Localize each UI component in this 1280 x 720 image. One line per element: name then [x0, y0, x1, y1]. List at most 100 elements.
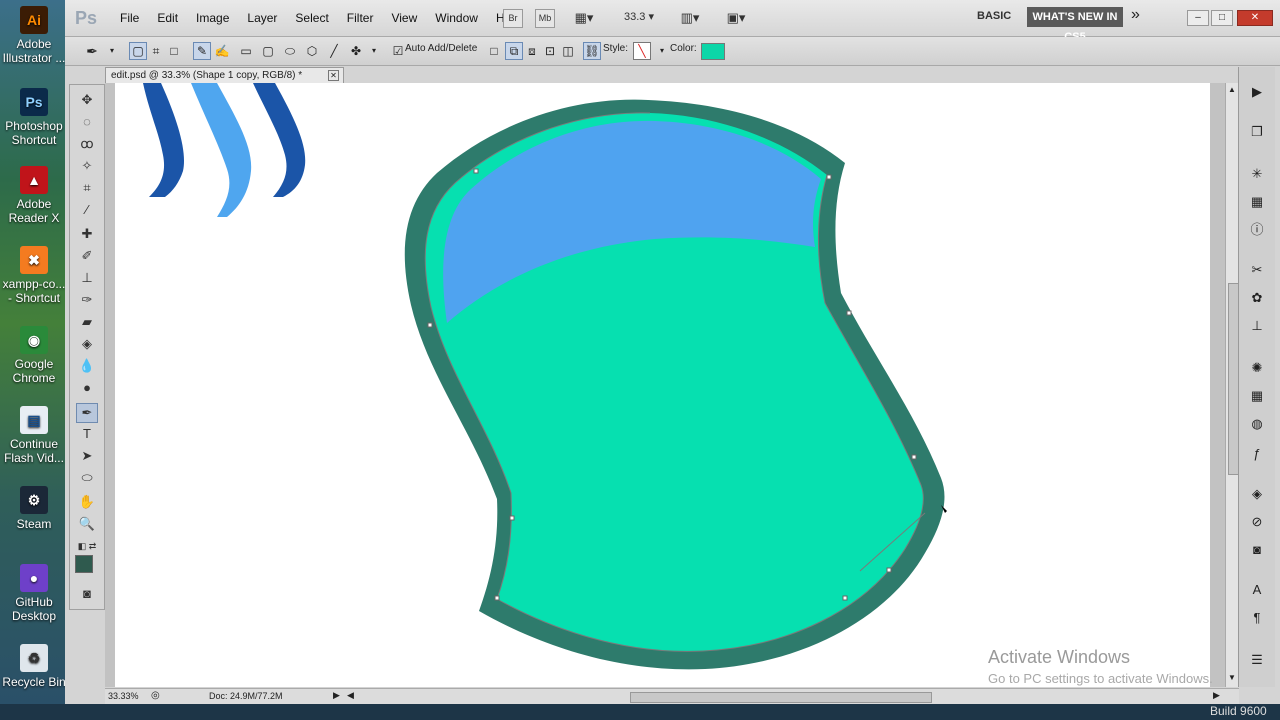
- history-panel-icon[interactable]: ❐: [1247, 123, 1267, 141]
- swatches-panel-icon[interactable]: ▦: [1247, 387, 1267, 405]
- healing-brush-icon[interactable]: ✚: [77, 225, 97, 243]
- scroll-left-icon[interactable]: ◀: [347, 690, 354, 701]
- shape-layers-mode-icon[interactable]: ▢: [129, 42, 147, 60]
- menu-select[interactable]: Select: [286, 11, 337, 25]
- scroll-up-icon[interactable]: ▲: [1228, 85, 1236, 94]
- zoom-status[interactable]: 33.33%: [108, 691, 139, 701]
- zoom-tool-icon[interactable]: 🔍: [77, 515, 97, 533]
- paint-bucket-icon[interactable]: ◈: [77, 335, 97, 353]
- desktop-icon[interactable]: Ps Photoshop Shortcut: [0, 88, 68, 147]
- ellipse-icon[interactable]: ⬭: [281, 42, 299, 60]
- info-panel-icon[interactable]: ⓘ: [1247, 221, 1267, 239]
- clone-stamp-icon[interactable]: ⊥: [77, 269, 97, 287]
- status-menu-icon[interactable]: ▶: [333, 690, 340, 701]
- bridge-button[interactable]: Br: [503, 9, 523, 28]
- style-none-swatch[interactable]: ╲: [633, 42, 651, 60]
- desktop-icon[interactable]: ⚙ Steam: [0, 486, 68, 531]
- horizontal-scroll-thumb[interactable]: [630, 692, 932, 703]
- rounded-rectangle-icon[interactable]: ▢: [259, 42, 277, 60]
- adjustments-panel-icon[interactable]: ƒ: [1247, 445, 1267, 463]
- blur-tool-icon[interactable]: 💧: [77, 357, 97, 375]
- brushes-panel-icon[interactable]: ✿: [1247, 289, 1267, 307]
- close-button[interactable]: ✕: [1237, 10, 1273, 26]
- paths-mode-icon[interactable]: ⌗: [147, 42, 165, 60]
- type-tool-icon[interactable]: T: [77, 425, 97, 443]
- styles-panel-icon[interactable]: ◍: [1247, 415, 1267, 433]
- scroll-down-icon[interactable]: ▼: [1228, 673, 1236, 682]
- paths-panel-icon[interactable]: ◙: [1247, 541, 1267, 559]
- custom-shape-icon[interactable]: ✤: [347, 42, 365, 60]
- crop-tool-icon[interactable]: ⌗: [77, 179, 97, 197]
- move-tool-icon[interactable]: ✥: [77, 91, 97, 109]
- paragraph-panel-icon[interactable]: ¶: [1247, 609, 1267, 627]
- quick-selection-icon[interactable]: ✧: [77, 157, 97, 175]
- pen-tool-icon[interactable]: ✒: [76, 403, 98, 423]
- canvas-area[interactable]: [105, 83, 1253, 687]
- chevron-down-icon[interactable]: ▾: [365, 42, 383, 60]
- pen-tool-icon[interactable]: ✎: [193, 42, 211, 60]
- character-panel-icon[interactable]: A: [1247, 581, 1267, 599]
- quick-mask-icon[interactable]: ◙: [77, 585, 97, 603]
- menu-image[interactable]: Image: [187, 11, 238, 25]
- menu-view[interactable]: View: [382, 11, 426, 25]
- desktop-icon[interactable]: ♻ Recycle Bin: [0, 644, 68, 689]
- workspace-basic[interactable]: BASIC: [977, 10, 1011, 22]
- rectangle-shape-icon[interactable]: ▭: [237, 42, 255, 60]
- path-selection-icon[interactable]: ➤: [77, 447, 97, 465]
- brush-tool-icon[interactable]: ✐: [77, 247, 97, 265]
- menu-file[interactable]: File: [111, 11, 148, 25]
- fill-pixels-mode-icon[interactable]: □: [165, 42, 183, 60]
- ellipse-tool-icon[interactable]: ⬭: [77, 469, 97, 487]
- histogram-panel-icon[interactable]: ▦: [1247, 193, 1267, 211]
- close-document-icon[interactable]: ✕: [328, 70, 339, 81]
- chevron-down-icon[interactable]: ▾: [103, 42, 121, 60]
- dodge-tool-icon[interactable]: ●: [77, 379, 97, 397]
- lasso-tool-icon[interactable]: ꝏ: [77, 135, 97, 153]
- maximize-button[interactable]: □: [1211, 10, 1233, 26]
- color-panel-icon[interactable]: ✺: [1247, 359, 1267, 377]
- line-icon[interactable]: ╱: [325, 42, 343, 60]
- desktop-icon[interactable]: ◉ Google Chrome: [0, 326, 68, 385]
- eyedropper-tool-icon[interactable]: ⁄: [77, 201, 97, 219]
- history-brush-icon[interactable]: ✑: [77, 291, 97, 309]
- intersect-shape-icon[interactable]: ⊡: [541, 42, 559, 60]
- desktop-icon[interactable]: ✖ xampp-co... - Shortcut: [0, 246, 68, 305]
- color-swatch[interactable]: [701, 43, 725, 60]
- desktop-icon[interactable]: ● GitHub Desktop: [0, 564, 68, 623]
- subtract-shape-icon[interactable]: ⧈: [523, 42, 541, 60]
- layers-panel-icon[interactable]: ◈: [1247, 485, 1267, 503]
- desktop-icon[interactable]: ▤ Continue Flash Vid...: [0, 406, 68, 465]
- scroll-right-icon[interactable]: ▶: [1213, 690, 1220, 701]
- hand-tool-icon[interactable]: ✋: [77, 493, 97, 511]
- minimize-button[interactable]: –: [1187, 10, 1209, 26]
- menu-layer[interactable]: Layer: [238, 11, 286, 25]
- marquee-tool-icon[interactable]: ◌: [77, 113, 97, 131]
- chevron-down-icon[interactable]: ▾: [653, 42, 671, 60]
- screen-mode-icon[interactable]: ▣▾: [721, 9, 751, 26]
- create-new-shape-icon[interactable]: □: [485, 42, 503, 60]
- pen-tool-preset-icon[interactable]: ✒: [83, 42, 101, 60]
- zoom-level-dropdown[interactable]: 33.3 ▾: [617, 9, 661, 26]
- panel-menu-icon[interactable]: ☰: [1247, 651, 1267, 669]
- link-style-icon[interactable]: ⛓: [583, 42, 601, 60]
- desktop-icon[interactable]: ▲ Adobe Reader X: [0, 166, 68, 225]
- clone-source-icon[interactable]: ⊥: [1247, 317, 1267, 335]
- channels-panel-icon[interactable]: ⊘: [1247, 513, 1267, 531]
- eraser-tool-icon[interactable]: ▰: [77, 313, 97, 331]
- arrange-documents-icon[interactable]: ▥▾: [675, 9, 705, 26]
- add-to-shape-icon[interactable]: ⧉: [505, 42, 523, 60]
- actions-panel-icon[interactable]: ▶: [1247, 83, 1267, 101]
- desktop-icon[interactable]: Ai Adobe Illustrator ...: [0, 6, 68, 65]
- menu-filter[interactable]: Filter: [338, 11, 383, 25]
- whats-new-button[interactable]: WHAT'S NEW IN CS5: [1027, 7, 1123, 43]
- foreground-color-swatch[interactable]: [75, 555, 93, 573]
- freeform-pen-icon[interactable]: ✍: [213, 42, 231, 60]
- navigator-panel-icon[interactable]: ✳: [1247, 165, 1267, 183]
- tool-presets-icon[interactable]: ✂: [1247, 261, 1267, 279]
- exclude-overlap-icon[interactable]: ◫: [559, 42, 577, 60]
- status-info-icon[interactable]: ◎: [151, 690, 160, 701]
- polygon-icon[interactable]: ⬡: [303, 42, 321, 60]
- default-colors-icon[interactable]: ◧ ⇄: [77, 537, 97, 555]
- more-workspaces-icon[interactable]: »: [1131, 6, 1140, 24]
- document-tab[interactable]: edit.psd @ 33.3% (Shape 1 copy, RGB/8) *…: [105, 67, 344, 83]
